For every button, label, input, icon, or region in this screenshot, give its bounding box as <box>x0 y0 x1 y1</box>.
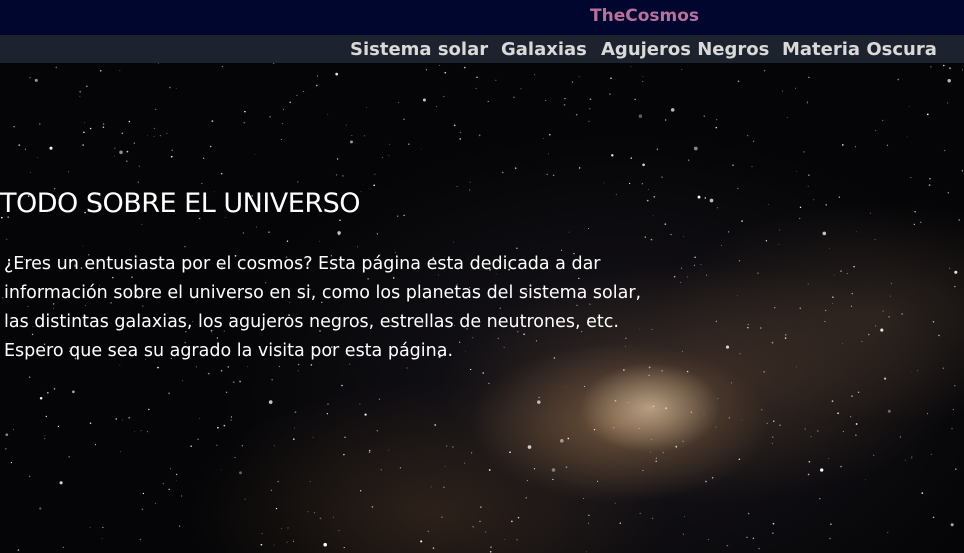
hero-text-line: información sobre el universo en si, com… <box>4 283 642 303</box>
nav-item-galaxias[interactable]: Galaxias <box>501 39 587 60</box>
nav-item-agujeros-negros[interactable]: Agujeros Negros <box>601 39 769 60</box>
hero-text-line: ¿Eres un entusiasta por el cosmos? Esta … <box>4 254 601 274</box>
hero-description: ¿Eres un entusiasta por el cosmos? Esta … <box>4 250 724 366</box>
nav-item-materia-oscura[interactable]: Materia Oscura <box>782 39 937 60</box>
site-logo[interactable]: TheCosmos <box>590 6 699 26</box>
main-nav: Sistema solar Galaxias Agujeros Negros M… <box>0 35 964 63</box>
page-title: TODO SOBRE EL UNIVERSO <box>0 188 360 219</box>
hero-text-line: Espero que sea su agrado la visita por e… <box>4 341 454 361</box>
hero-text-line: las distintas galaxias, los agujeros neg… <box>4 312 619 332</box>
top-bar: TheCosmos <box>0 0 964 35</box>
hero-section: TODO SOBRE EL UNIVERSO ¿Eres un entusias… <box>0 63 964 553</box>
nav-item-sistema-solar[interactable]: Sistema solar <box>350 39 488 60</box>
